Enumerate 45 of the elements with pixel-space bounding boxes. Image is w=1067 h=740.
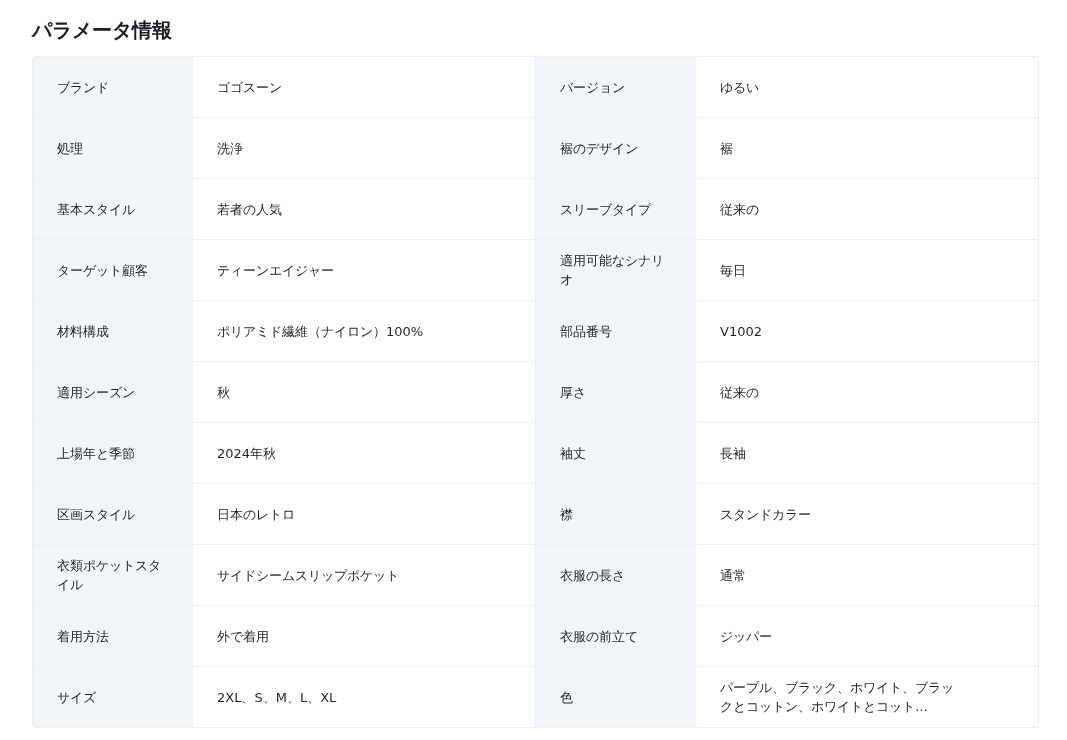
value-cell: 洗浄 (193, 118, 535, 178)
value-cell: ポリアミド繊維（ナイロン）100% (193, 301, 535, 361)
label-cell: 衣服の長さ (536, 545, 696, 605)
value-cell: パープル、ブラック、ホワイト、ブラックとコットン、ホワイトとコット… (696, 667, 1038, 727)
value-cell: V1002 (696, 301, 1038, 361)
label-cell: 適用可能なシナリオ (536, 240, 696, 300)
value-cell: 秋 (193, 362, 535, 422)
label-cell: 適用シーズン (33, 362, 193, 422)
value-cell: 通常 (696, 545, 1038, 605)
label-cell: ブランド (33, 57, 193, 117)
value-cell: 従来の (696, 362, 1038, 422)
label-cell: 色 (536, 667, 696, 727)
label-cell: 部品番号 (536, 301, 696, 361)
value-cell: 2024年秋 (193, 423, 535, 483)
label-cell: サイズ (33, 667, 193, 727)
value-cell: 2XL、S、M、L、XL (193, 667, 535, 727)
value-cell: 長袖 (696, 423, 1038, 483)
value-cell: 従来の (696, 179, 1038, 239)
label-cell: 袖丈 (536, 423, 696, 483)
label-cell: ターゲット顧客 (33, 240, 193, 300)
label-cell: 上場年と季節 (33, 423, 193, 483)
label-cell: 処理 (33, 118, 193, 178)
value-cell: ジッパー (696, 606, 1038, 666)
value-cell: 毎日 (696, 240, 1038, 300)
value-cell: 若者の人気 (193, 179, 535, 239)
label-cell: 着用方法 (33, 606, 193, 666)
value-cell: ゴゴスーン (193, 57, 535, 117)
label-cell: バージョン (536, 57, 696, 117)
label-cell: 衣服の前立て (536, 606, 696, 666)
label-cell: 裾のデザイン (536, 118, 696, 178)
label-cell: 区画スタイル (33, 484, 193, 544)
label-cell: 襟 (536, 484, 696, 544)
label-cell: 材料構成 (33, 301, 193, 361)
value-cell: ゆるい (696, 57, 1038, 117)
label-cell: 厚さ (536, 362, 696, 422)
label-cell: 基本スタイル (33, 179, 193, 239)
value-cell: 裾 (696, 118, 1038, 178)
value-cell: ティーンエイジャー (193, 240, 535, 300)
value-cell: スタンドカラー (696, 484, 1038, 544)
label-cell: スリーブタイプ (536, 179, 696, 239)
value-cell: サイドシームスリップポケット (193, 545, 535, 605)
label-cell: 衣類ポケットスタイル (33, 545, 193, 605)
section-title: パラメータ情報 (32, 17, 173, 44)
value-cell: 外で着用 (193, 606, 535, 666)
value-cell: 日本のレトロ (193, 484, 535, 544)
